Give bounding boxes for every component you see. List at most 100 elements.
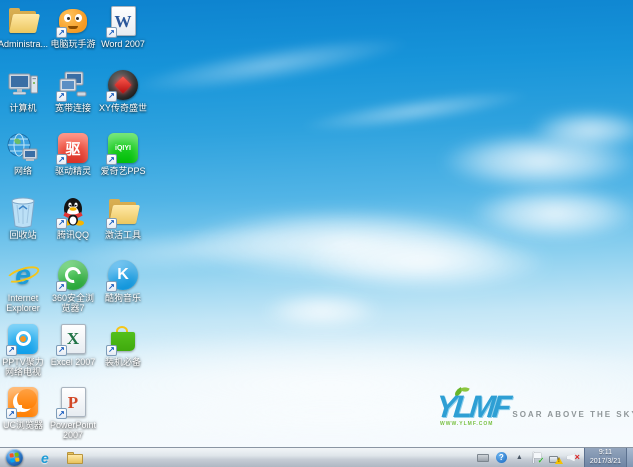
- icon-label: Internet Explorer: [0, 293, 48, 314]
- icon-powerpoint-2007[interactable]: P ↗ PowerPoint 2007: [48, 385, 98, 441]
- icon-label: 电脑玩手游: [50, 39, 95, 49]
- cloud: [470, 186, 633, 241]
- windows-flag-icon: [9, 452, 19, 462]
- icon-network[interactable]: 网络: [0, 131, 48, 176]
- network-icon: [6, 131, 40, 165]
- volume-muted-icon[interactable]: ×: [567, 451, 580, 464]
- icon-activation-tools[interactable]: ↗ 激活工具: [98, 195, 148, 240]
- shortcut-arrow-icon: ↗: [106, 91, 117, 102]
- shortcut-arrow-icon: ↗: [6, 345, 17, 356]
- icon-pptv[interactable]: ↗ PPTV聚力 网络电视: [0, 322, 48, 378]
- icon-360-safe-browser[interactable]: ↗ 360安全浏览器7: [48, 258, 98, 314]
- 360-safe-browser-icon: ↗: [56, 258, 90, 292]
- icon-broadband-connection[interactable]: ↗ 宽带连接: [48, 68, 98, 113]
- shortcut-arrow-icon: ↗: [56, 218, 67, 229]
- icon-kugou-music[interactable]: K ↗ 酷狗音乐: [98, 258, 148, 303]
- icon-label: Excel 2007: [51, 357, 96, 367]
- broadband-connection-icon: ↗: [56, 68, 90, 102]
- icon-iqiyi-pps[interactable]: iQIYI ↗ 爱奇艺PPS: [98, 131, 148, 176]
- powerpoint-2007-icon: P ↗: [56, 385, 90, 419]
- software-essentials-icon: ↗: [106, 322, 140, 356]
- recycle-bin-icon: [6, 195, 40, 229]
- ylmf-logo: YLMF SOAR ABOVE THE SKY WWW.YLMF.COM: [436, 394, 626, 427]
- logo-tagline: SOAR ABOVE THE SKY: [512, 410, 633, 419]
- network-warning-icon[interactable]: !: [549, 451, 562, 464]
- icon-software-essentials[interactable]: ↗ 装机必备: [98, 322, 148, 367]
- cloud: [129, 26, 411, 103]
- system-tray: ? ▲ ✓ ! ×: [473, 448, 584, 467]
- icon-recycle-bin[interactable]: 回收站: [0, 195, 48, 240]
- help-icon[interactable]: ?: [495, 451, 508, 464]
- uc-browser-icon: ↗: [6, 385, 40, 419]
- show-hidden-icons-arrow[interactable]: ▲: [513, 451, 526, 464]
- shortcut-arrow-icon: ↗: [56, 154, 67, 165]
- start-orb-icon[interactable]: [6, 449, 23, 466]
- icon-label: 360安全浏览器7: [48, 293, 98, 314]
- tencent-qq-icon: ↗: [56, 195, 90, 229]
- driver-genius-icon: 驱 ↗: [56, 131, 90, 165]
- logo-text: YLMF: [435, 394, 510, 420]
- icon-excel-2007[interactable]: X ↗ Excel 2007: [48, 322, 98, 367]
- desktop-screen: YLMF SOAR ABOVE THE SKY WWW.YLMF.COM Adm…: [0, 0, 633, 467]
- kugou-music-icon: K ↗: [106, 258, 140, 292]
- icon-xy-legend-game[interactable]: ↗ XY传奇盛世: [98, 68, 148, 113]
- windows-explorer-folder-icon[interactable]: [67, 452, 83, 464]
- excel-2007-icon: X ↗: [56, 322, 90, 356]
- taskbar-clock[interactable]: 9:11 2017/3/21: [584, 448, 626, 467]
- word-2007-icon: W ↗: [106, 4, 140, 38]
- icon-internet-explorer[interactable]: e Internet Explorer: [0, 258, 48, 314]
- show-desktop-button[interactable]: [626, 448, 633, 467]
- activation-tools-icon: ↗: [106, 195, 140, 229]
- icon-label: 爱奇艺PPS: [100, 166, 145, 176]
- shortcut-arrow-icon: ↗: [56, 91, 67, 102]
- iqiyi-pps-icon: iQIYI ↗: [106, 131, 140, 165]
- computer-icon: [6, 68, 40, 102]
- shortcut-arrow-icon: ↗: [56, 408, 67, 419]
- clock-date: 2017/3/21: [590, 458, 621, 467]
- shortcut-arrow-icon: ↗: [106, 218, 117, 229]
- shortcut-arrow-icon: ↗: [106, 345, 117, 356]
- pc-play-mobile-games-icon: ↗: [56, 4, 90, 38]
- shortcut-arrow-icon: ↗: [56, 27, 67, 38]
- icon-label: 回收站: [9, 230, 36, 240]
- shortcut-arrow-icon: ↗: [106, 281, 117, 292]
- internet-explorer-icon[interactable]: e: [41, 451, 49, 465]
- shortcut-arrow-icon: ↗: [106, 154, 117, 165]
- icon-label: XY传奇盛世: [99, 103, 147, 113]
- icon-driver-genius[interactable]: 驱 ↗ 驱动精灵: [48, 131, 98, 176]
- input-indicator-icon[interactable]: [477, 451, 490, 464]
- icon-label: 腾讯QQ: [57, 230, 89, 240]
- icon-label: 激活工具: [105, 230, 141, 240]
- icon-tencent-qq[interactable]: ↗ 腾讯QQ: [48, 195, 98, 240]
- xy-legend-game-icon: ↗: [106, 68, 140, 102]
- icon-label: UC浏览器: [3, 420, 43, 430]
- icon-label: 网络: [14, 166, 32, 176]
- taskbar-left: e: [0, 449, 473, 466]
- icon-pc-play-mobile-games[interactable]: ↗ 电脑玩手游: [48, 4, 98, 49]
- icon-administrator-folder[interactable]: Administra...: [0, 4, 48, 49]
- shortcut-arrow-icon: ↗: [56, 281, 67, 292]
- shortcut-arrow-icon: ↗: [106, 27, 117, 38]
- icon-label: 计算机: [9, 103, 36, 113]
- internet-explorer-icon: e: [6, 258, 40, 292]
- action-center-flag-icon[interactable]: ✓: [531, 451, 544, 464]
- icon-computer[interactable]: 计算机: [0, 68, 48, 113]
- icon-label: 驱动精灵: [55, 166, 91, 176]
- icon-label: PPTV聚力 网络电视: [0, 357, 48, 378]
- desktop-wallpaper[interactable]: YLMF SOAR ABOVE THE SKY WWW.YLMF.COM Adm…: [0, 0, 633, 447]
- icon-label: 装机必备: [105, 357, 141, 367]
- icon-word-2007[interactable]: W ↗ Word 2007: [98, 4, 148, 49]
- icon-label: 宽带连接: [55, 103, 91, 113]
- cloud: [262, 292, 382, 330]
- shortcut-arrow-icon: ↗: [6, 408, 17, 419]
- icon-uc-browser[interactable]: ↗ UC浏览器: [0, 385, 48, 430]
- cloud: [300, 232, 550, 292]
- icon-label: PowerPoint 2007: [48, 420, 98, 441]
- taskbar: e ? ▲ ✓ ! × 9:11 2017/3/21: [0, 447, 633, 467]
- shortcut-arrow-icon: ↗: [56, 345, 67, 356]
- clock-time: 9:11: [590, 449, 621, 458]
- administrator-folder-icon: [6, 4, 40, 38]
- cloud: [299, 82, 530, 140]
- icon-label: Administra...: [0, 39, 48, 49]
- icon-label: Word 2007: [101, 39, 145, 49]
